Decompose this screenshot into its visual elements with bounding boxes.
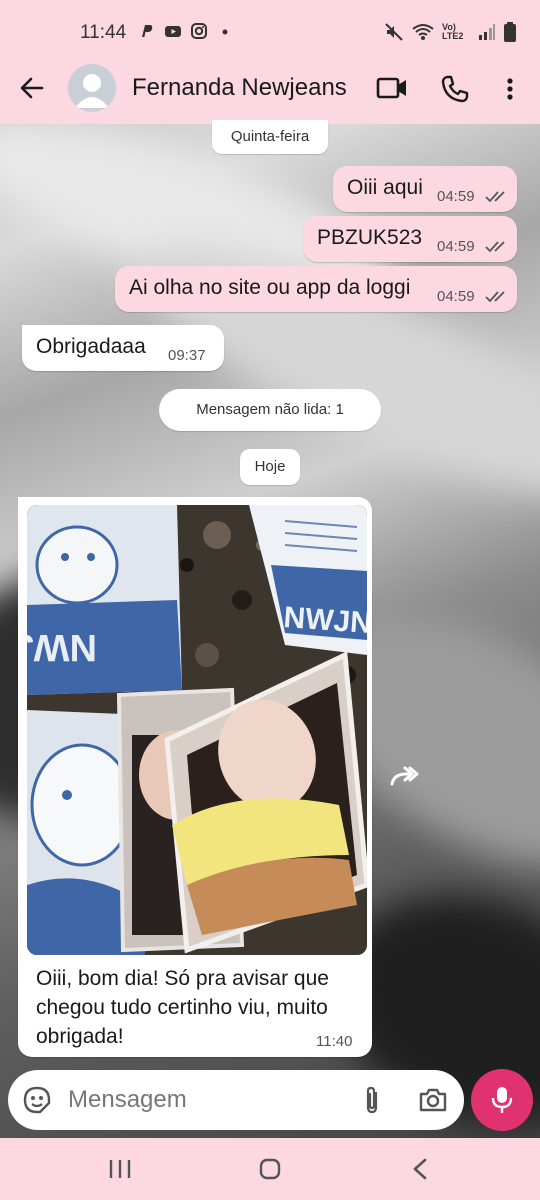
message-text: Obrigadaaa (36, 335, 146, 358)
message-text: Ai olha no site ou app da loggi (129, 276, 411, 299)
double-check-icon (485, 241, 505, 253)
mute-icon (385, 23, 403, 41)
double-check-icon (485, 291, 505, 303)
message-time: 04:59 (437, 188, 475, 205)
camera-icon[interactable] (418, 1087, 448, 1113)
day-divider: Quinta-feira (212, 120, 328, 154)
day-divider-label: Quinta-feira (230, 128, 310, 145)
message-text: Oiii aqui (347, 176, 423, 199)
photo-logo-text: NWJNS (27, 626, 97, 668)
youtube-icon (165, 26, 181, 37)
double-check-icon (485, 191, 505, 203)
signal-icon (479, 24, 495, 40)
contact-name[interactable]: Fernanda Newjeans (132, 74, 347, 102)
phone-icon[interactable] (440, 74, 470, 104)
message-time: 09:37 (168, 347, 206, 364)
status-time: 11:44 (80, 22, 127, 43)
unread-divider: Mensagem não lida: 1 (159, 389, 381, 431)
message-time: 04:59 (437, 238, 475, 255)
recent-apps-icon[interactable] (108, 1158, 132, 1180)
back-arrow-icon[interactable] (18, 74, 46, 102)
notification-dot-icon (222, 29, 228, 35)
sticker-emoji-icon[interactable] (22, 1085, 52, 1115)
day-divider: Hoje (240, 449, 300, 485)
wifi-icon (412, 24, 434, 40)
photo-caption: Oiii, bom dia! Só pra avisar que chegou … (36, 967, 329, 1048)
message-input[interactable]: Mensagem (68, 1086, 187, 1114)
sent-message[interactable]: PBZUK523 04:59 (303, 216, 517, 262)
message-composer: Mensagem (8, 1070, 464, 1130)
voice-message-button[interactable] (471, 1069, 533, 1131)
avatar[interactable] (68, 64, 116, 112)
day-divider-label: Hoje (254, 458, 286, 475)
message-photo[interactable]: NWJNS NWJNM (27, 505, 367, 955)
sent-message[interactable]: Oiii aqui 04:59 (333, 166, 517, 212)
nav-back-icon[interactable] (412, 1158, 428, 1180)
instagram-icon (191, 23, 207, 39)
battery-icon (504, 22, 516, 42)
forward-icon[interactable] (388, 760, 420, 792)
message-text: PBZUK523 (317, 226, 423, 249)
home-icon[interactable] (259, 1158, 281, 1180)
message-time: 11:40 (316, 1033, 353, 1050)
video-call-icon[interactable] (376, 74, 408, 102)
chat-header: Fernanda Newjeans (0, 52, 540, 124)
network-label: Vo) LTE2 (442, 22, 464, 41)
microphone-icon (491, 1087, 513, 1113)
unread-divider-label: Mensagem não lida: 1 (196, 401, 344, 418)
attach-icon[interactable] (360, 1085, 384, 1115)
sent-message[interactable]: Ai olha no site ou app da loggi 04:59 (115, 266, 517, 312)
message-time: 04:59 (437, 288, 475, 305)
received-message[interactable]: Obrigadaaa 09:37 (22, 325, 224, 371)
app-p-icon (142, 25, 153, 37)
more-vertical-icon[interactable] (500, 74, 520, 104)
system-nav-bar (0, 1138, 540, 1200)
